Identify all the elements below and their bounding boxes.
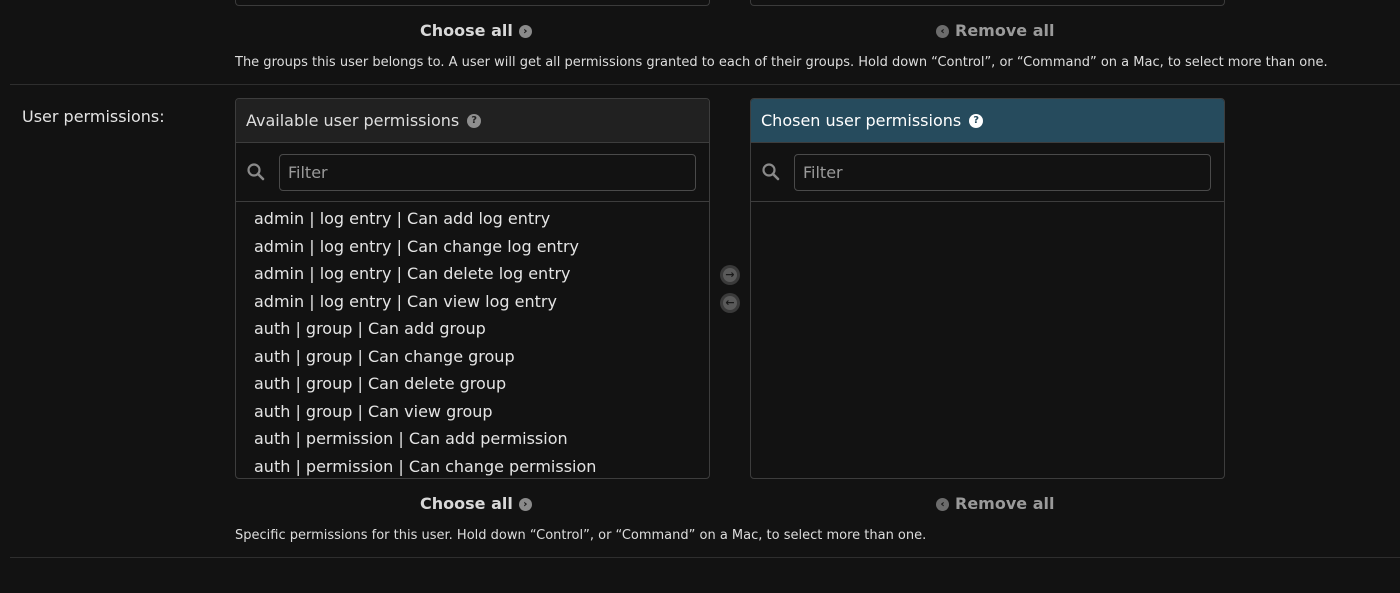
chosen-filter-row: [751, 143, 1224, 202]
list-item[interactable]: admin | log entry | Can add log entry: [236, 205, 709, 233]
list-item[interactable]: auth | group | Can view group: [236, 398, 709, 426]
permissions-choose-all-link[interactable]: Choose all ›: [420, 494, 532, 514]
chosen-groups-box[interactable]: [750, 0, 1225, 6]
list-item[interactable]: auth | group | Can delete group: [236, 370, 709, 398]
divider: [10, 84, 1400, 85]
available-groups-box[interactable]: [235, 0, 710, 6]
permissions-remove-all-link[interactable]: ‹ Remove all: [936, 494, 1054, 514]
chevron-left-icon: ‹: [936, 24, 949, 38]
available-title-text: Available user permissions: [246, 111, 460, 130]
user-permissions-label: User permissions:: [22, 107, 165, 126]
list-item[interactable]: auth | group | Can change group: [236, 343, 709, 371]
arrow-right-circle-icon: →: [723, 268, 737, 282]
list-item[interactable]: auth | permission | Can change permissio…: [236, 453, 709, 479]
add-permission-button[interactable]: →: [720, 265, 740, 285]
list-item[interactable]: admin | log entry | Can delete log entry: [236, 260, 709, 288]
search-icon: [246, 162, 266, 182]
permissions-help-text: Specific permissions for this user. Hold…: [235, 528, 927, 543]
chosen-permissions-list[interactable]: [751, 202, 1224, 205]
arrow-left-circle-icon: ←: [723, 296, 737, 310]
groups-help-text: The groups this user belongs to. A user …: [235, 55, 1328, 70]
divider: [10, 557, 1400, 558]
list-item[interactable]: auth | group | Can add group: [236, 315, 709, 343]
available-permissions-list[interactable]: admin | log entry | Can add log entry adm…: [236, 202, 709, 479]
chevron-right-icon: ›: [518, 497, 532, 511]
search-icon: [761, 162, 781, 182]
chosen-title-text: Chosen user permissions: [761, 111, 962, 130]
remove-all-label: Remove all: [955, 21, 1055, 40]
question-circle-icon[interactable]: ?: [969, 113, 984, 128]
list-item[interactable]: admin | log entry | Can view log entry: [236, 288, 709, 316]
chosen-permissions-title: Chosen user permissions ?: [751, 99, 1224, 143]
list-item[interactable]: auth | permission | Can add permission: [236, 425, 709, 453]
groups-choose-all-link[interactable]: Choose all ›: [420, 21, 532, 41]
available-filter-input[interactable]: [279, 153, 696, 191]
chevron-right-icon: ›: [518, 24, 532, 38]
chosen-permissions-selector: Chosen user permissions ?: [750, 98, 1225, 479]
user-form-page: Choose all › ‹ Remove all The groups thi…: [0, 0, 1400, 593]
choose-all-label: Choose all: [420, 21, 513, 40]
remove-all-label: Remove all: [955, 494, 1055, 513]
choose-all-label: Choose all: [420, 494, 513, 513]
available-filter-row: [236, 143, 709, 202]
list-item[interactable]: admin | log entry | Can change log entry: [236, 233, 709, 261]
chevron-left-icon: ‹: [936, 497, 949, 511]
question-circle-icon[interactable]: ?: [467, 113, 482, 128]
available-permissions-selector: Available user permissions ? admin | log…: [235, 98, 710, 479]
chosen-filter-input[interactable]: [794, 153, 1211, 191]
available-permissions-title: Available user permissions ?: [236, 99, 709, 143]
groups-remove-all-link[interactable]: ‹ Remove all: [936, 21, 1054, 41]
remove-permission-button[interactable]: ←: [720, 293, 740, 313]
